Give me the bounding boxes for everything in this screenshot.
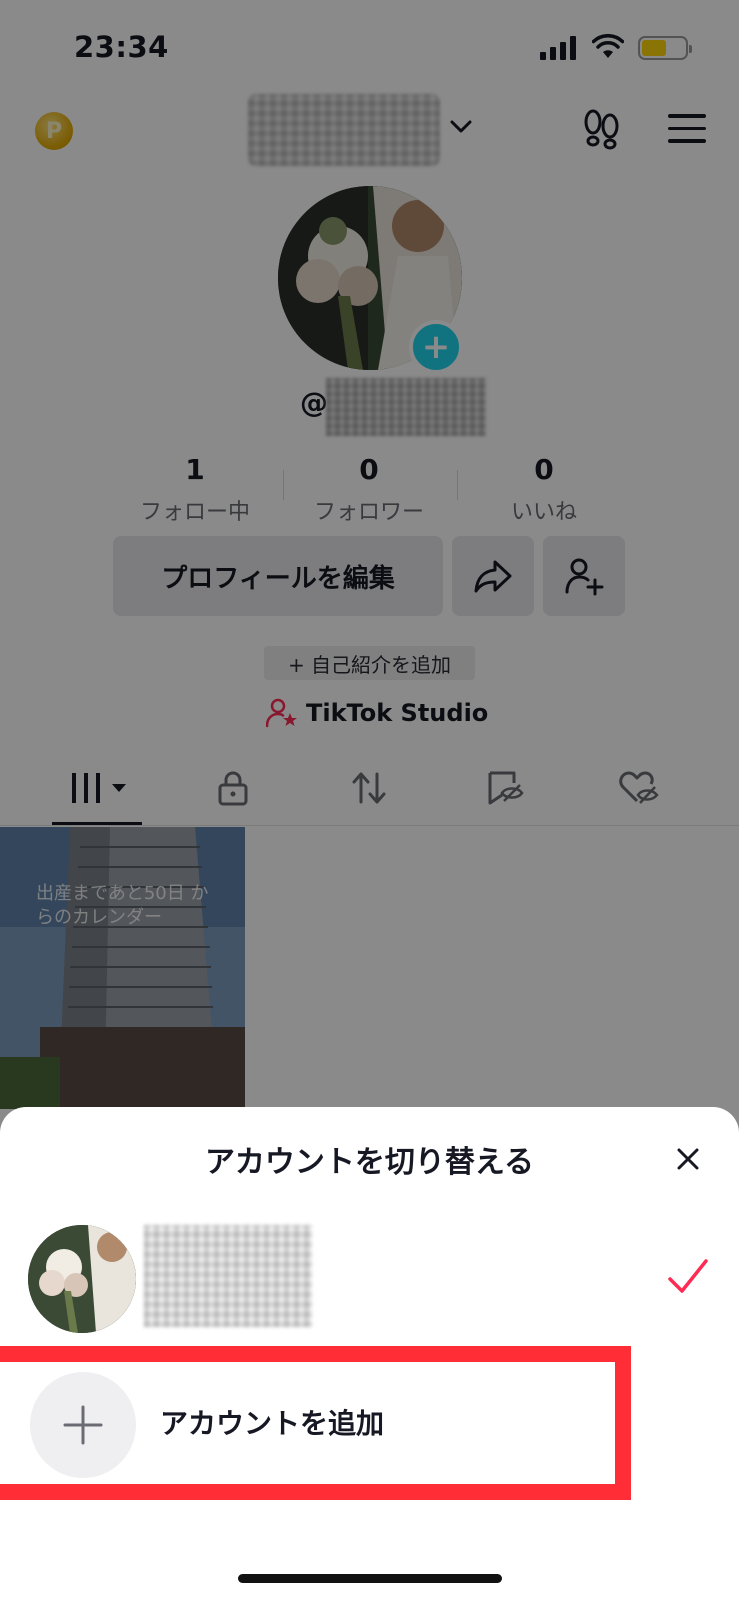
- plus-icon: [63, 1405, 103, 1445]
- add-account-button[interactable]: [30, 1372, 136, 1478]
- sheet-title: アカウントを切り替える: [204, 1145, 535, 1180]
- account-avatar[interactable]: [28, 1225, 136, 1333]
- home-indicator[interactable]: [238, 1574, 502, 1583]
- checkmark-icon: [668, 1259, 708, 1293]
- add-account-label[interactable]: アカウントを追加: [160, 1402, 384, 1442]
- account-name-blurred[interactable]: [144, 1225, 312, 1327]
- close-icon[interactable]: [674, 1145, 702, 1173]
- profile-screen: 23:34 P + @ 1 フォロー中 0 フォロワー 0 いいね プロフィール…: [0, 0, 739, 1600]
